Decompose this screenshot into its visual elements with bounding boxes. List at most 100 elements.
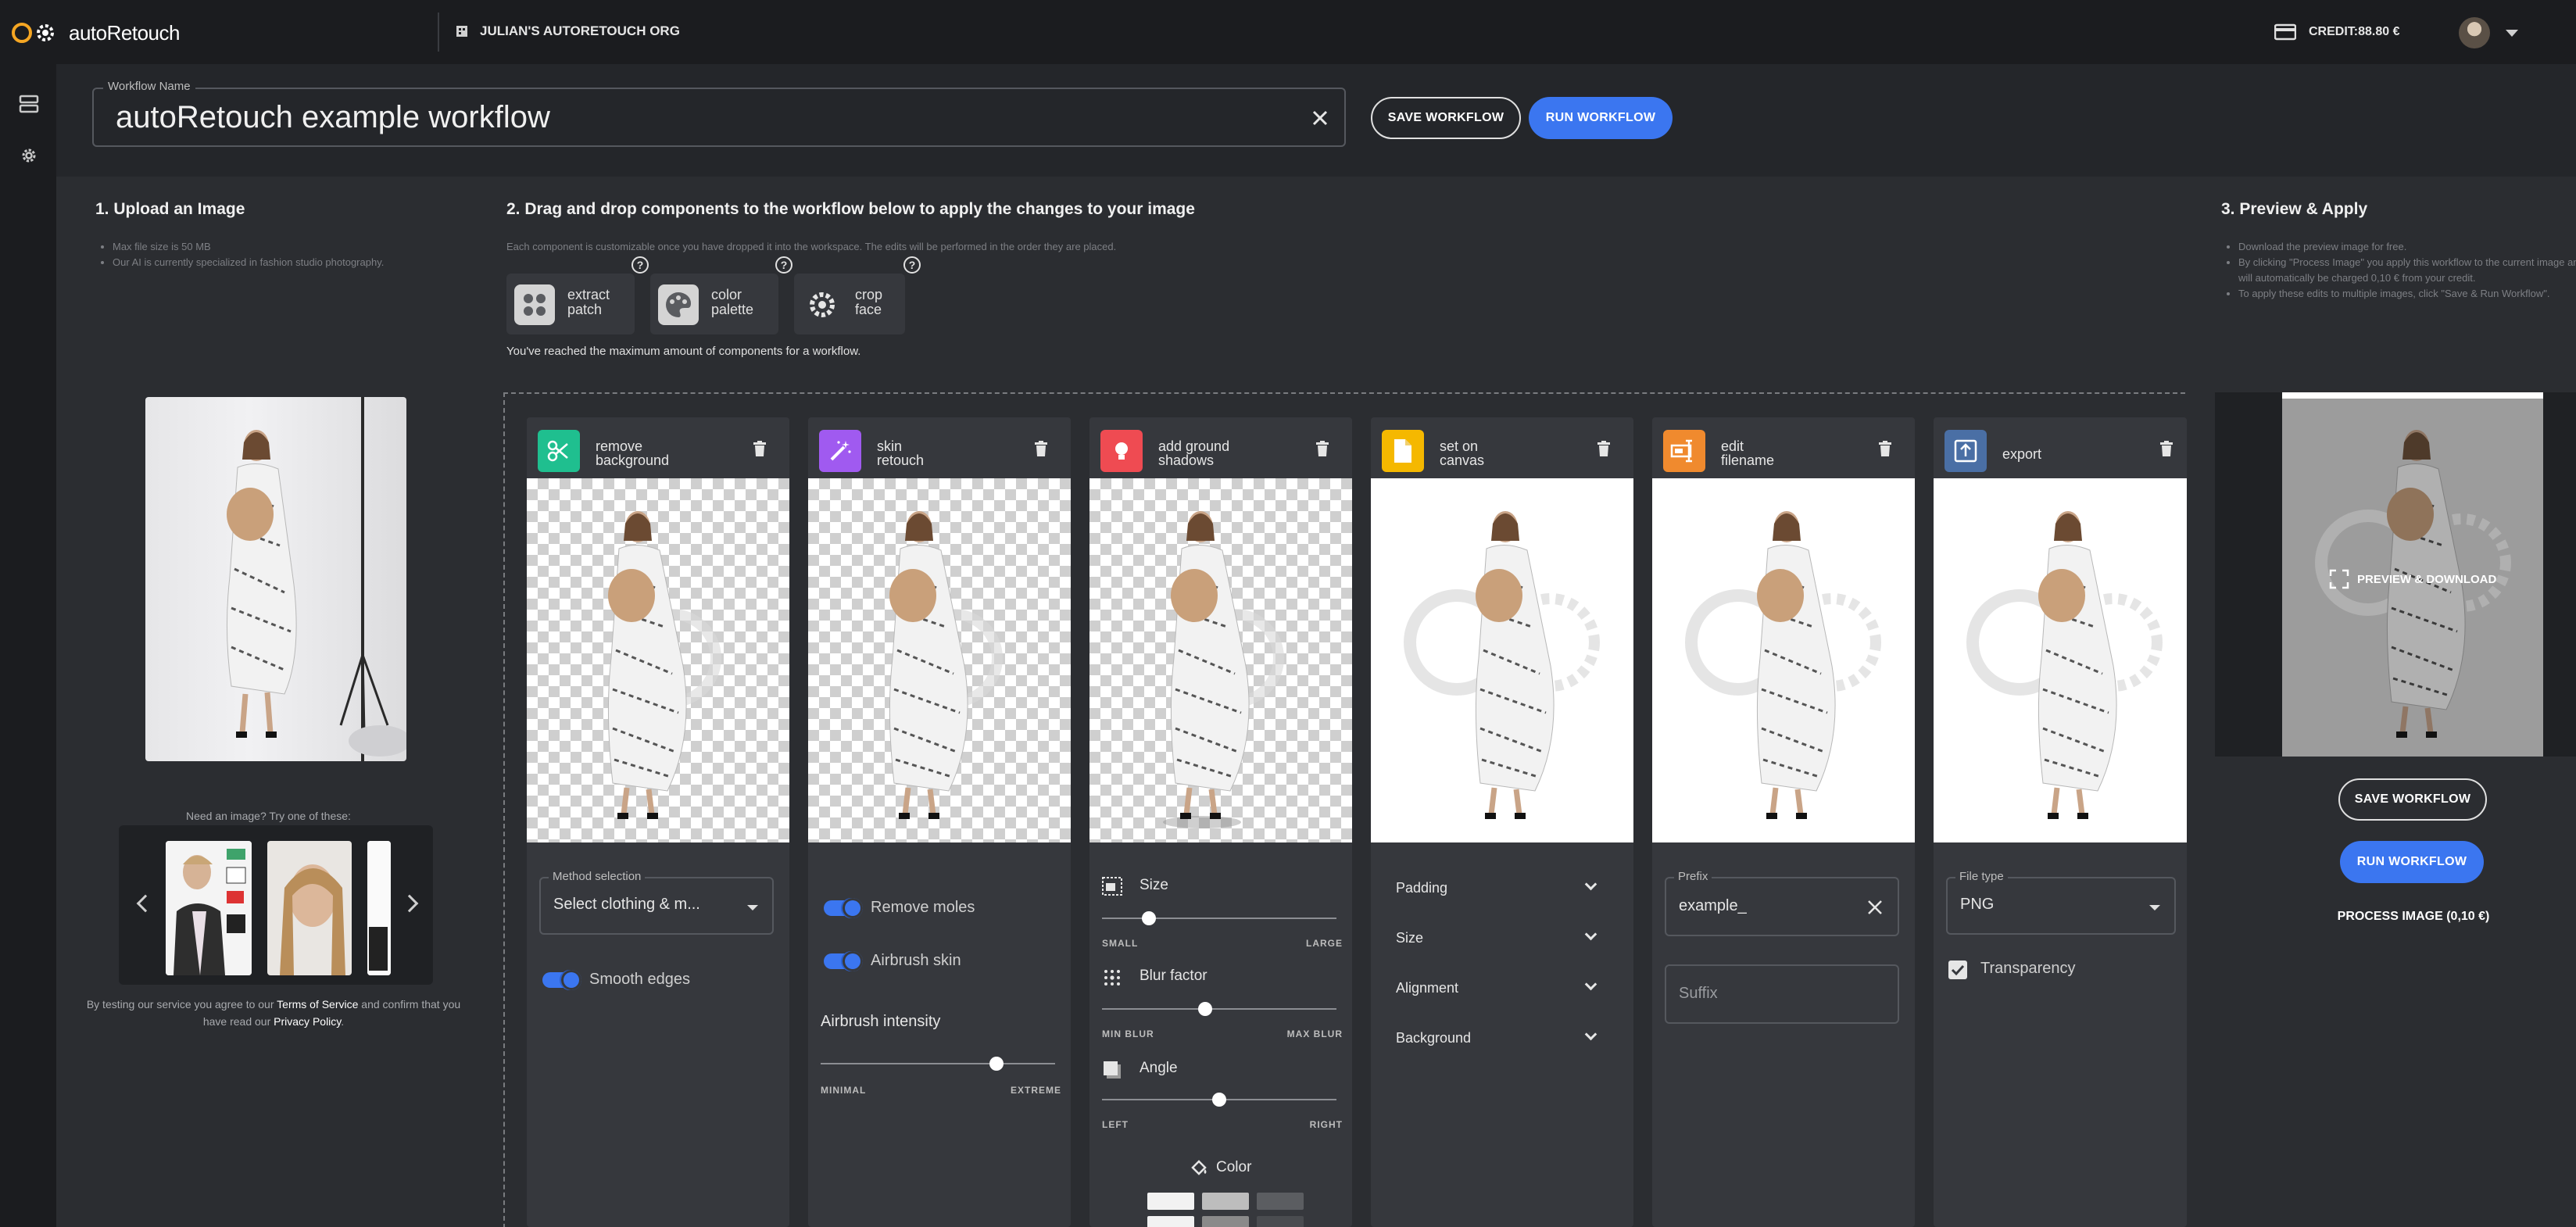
airbrush-skin-toggle[interactable] [824,951,863,971]
checkbox-checked-icon[interactable] [1948,960,1968,980]
accordion-size[interactable]: Size [1396,930,1423,946]
logo[interactable]: autoRetouch [11,16,180,50]
top-bar: autoRetouch JULIAN'S AUTORETOUCH ORG CRE… [0,0,2576,64]
accordion-padding[interactable]: Padding [1396,880,1447,896]
color-swatch[interactable] [1257,1193,1304,1210]
card-header: export [1934,417,2187,478]
gear-icon[interactable] [19,145,39,166]
preview-note: By clicking "Process Image" you apply th… [2238,255,2576,286]
slider-thumb[interactable] [989,1057,1004,1071]
slider-thumb[interactable] [1198,1002,1212,1016]
chip-label: color palette [711,287,754,317]
color-swatch[interactable] [1257,1216,1304,1227]
upload-note: Max file size is 50 MB [113,239,456,255]
preview-note: Download the preview image for free. [2238,239,2576,255]
chevron-down-icon[interactable] [2506,30,2518,37]
preview-title: 3. Preview & Apply [2221,200,2368,218]
accordion-alignment[interactable]: Alignment [1396,980,1458,996]
run-workflow-button[interactable]: RUN WORKFLOW [1529,97,1673,139]
chevron-down-icon[interactable] [1584,928,1597,941]
card-skin-retouch[interactable]: skin retouch Remove moles Airbrush skin A… [808,417,1071,1227]
trash-icon[interactable] [1879,441,1891,456]
sample-image[interactable] [367,841,391,975]
credit-display[interactable]: CREDIT:88.80 € [2274,23,2400,41]
help-icon[interactable]: ? [775,256,792,274]
card-ground-shadows[interactable]: add ground shadows Size SMALL LARGE Blur … [1089,417,1352,1227]
help-icon[interactable]: ? [631,256,649,274]
prefix-value[interactable]: example_ [1679,897,1747,915]
card-edit-filename[interactable]: edit filename Prefix example_ Suffix [1652,417,1915,1227]
remove-moles-toggle[interactable] [824,898,863,918]
save-workflow-button[interactable]: SAVE WORKFLOW [2338,778,2487,821]
slider-thumb[interactable] [1212,1093,1226,1107]
save-workflow-button[interactable]: SAVE WORKFLOW [1371,97,1521,139]
help-icon[interactable]: ? [903,256,921,274]
color-swatch[interactable] [1202,1193,1249,1210]
trash-icon[interactable] [753,441,766,456]
chevron-left-icon[interactable] [136,894,155,913]
legal-pre: By testing our service you agree to our [86,998,277,1011]
smooth-edges-label: Smooth edges [589,971,690,988]
method-select[interactable]: Method selection Select clothing & m... [539,870,774,935]
org-selector[interactable]: JULIAN'S AUTORETOUCH ORG [455,23,680,39]
chevron-right-icon[interactable] [400,894,419,913]
run-workflow-button[interactable]: RUN WORKFLOW [2340,841,2484,883]
color-swatch[interactable] [1147,1216,1194,1227]
slider-thumb[interactable] [1142,911,1156,925]
card-header: skin retouch [808,417,1071,478]
component-extract-patch[interactable]: extract patch [506,274,635,334]
trash-icon[interactable] [1316,441,1329,456]
lamp-icon [1100,430,1143,472]
accordion-background[interactable]: Background [1396,1030,1471,1046]
color-swatch-selected[interactable] [1202,1216,1249,1227]
try-images-label: Need an image? Try one of these: [186,810,351,822]
color-swatch[interactable] [1147,1193,1194,1210]
card-export[interactable]: export File type PNG Transparency [1934,417,2187,1227]
sample-image[interactable] [267,841,352,975]
close-icon[interactable] [1308,106,1332,130]
terms-link[interactable]: Terms of Service [277,998,358,1011]
avatar[interactable] [2459,17,2490,48]
size-slider[interactable] [1102,911,1336,925]
building-icon [456,26,467,37]
workflow-name-field[interactable]: Workflow Name autoRetouch example workfl… [92,80,1346,147]
top-divider [438,13,439,52]
brand-name: autoRetouch [69,20,180,45]
close-icon[interactable] [1866,899,1884,916]
card-header: remove background [527,417,789,478]
trash-icon[interactable] [2160,441,2173,456]
sample-image[interactable] [166,841,252,975]
suffix-field[interactable]: Suffix [1665,964,1899,1024]
slider-max-label: MAX BLUR [1286,1028,1343,1039]
trash-icon[interactable] [1597,441,1610,456]
angle-slider[interactable] [1102,1093,1336,1107]
slider-min-label: MIN BLUR [1102,1028,1154,1039]
suffix-placeholder[interactable]: Suffix [1679,985,1718,1003]
blur-factor-slider[interactable] [1102,1002,1336,1016]
palette-icon [658,284,699,325]
preview-download-overlay[interactable]: PREVIEW & DOWNLOAD [2329,569,2496,589]
card-set-on-canvas[interactable]: set on canvas Padding Size Alignment Back… [1371,417,1633,1227]
chevron-down-icon [2149,905,2160,910]
slider-min-label: MINIMAL [821,1085,867,1096]
trash-icon[interactable] [1035,441,1047,456]
privacy-link[interactable]: Privacy Policy [274,1015,341,1028]
component-crop-face[interactable]: crop face [794,274,905,334]
uploaded-image[interactable] [145,397,406,761]
card-remove-background[interactable]: remove background Method selection Select… [527,417,789,1227]
workflow-name-value[interactable]: autoRetouch example workflow [116,100,550,135]
smooth-edges-toggle[interactable] [542,970,581,990]
color-label: Color [1216,1159,1252,1175]
component-color-palette[interactable]: color palette [650,274,778,334]
process-image-button[interactable]: PROCESS IMAGE (0,10 €) [2337,910,2490,924]
chevron-down-icon[interactable] [1584,1028,1597,1041]
workflows-icon[interactable] [19,94,39,114]
prefix-field[interactable]: Prefix example_ [1665,870,1899,936]
chevron-down-icon[interactable] [1584,878,1597,891]
image-size-icon [1102,877,1122,896]
method-label: Method selection [549,870,646,883]
file-type-select[interactable]: File type PNG [1946,870,2176,935]
model-photo [226,397,406,761]
chevron-down-icon[interactable] [1584,978,1597,991]
airbrush-intensity-slider[interactable] [821,1057,1055,1071]
